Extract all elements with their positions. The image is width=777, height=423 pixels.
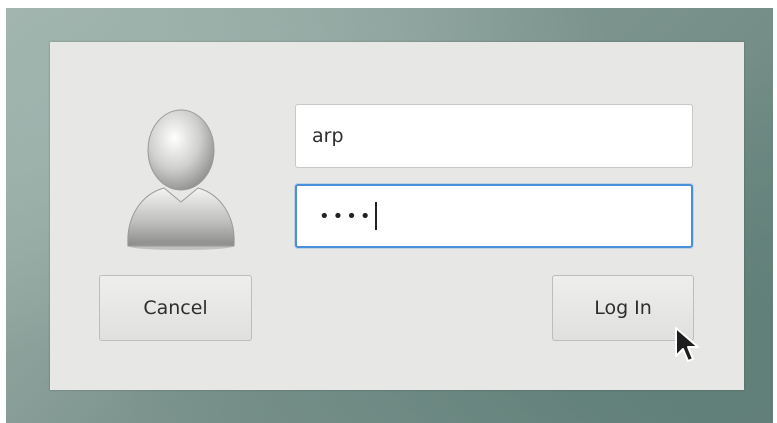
password-masked-value: •••• — [319, 205, 374, 227]
mouse-pointer-icon — [675, 327, 699, 362]
username-field[interactable]: arp — [295, 104, 693, 168]
desktop-background: arp •••• Cancel Log In — [0, 0, 777, 423]
screen-frame-left — [0, 0, 6, 423]
login-button[interactable]: Log In — [552, 275, 694, 341]
username-value: arp — [312, 125, 344, 147]
text-caret — [375, 202, 378, 230]
password-field[interactable]: •••• — [295, 184, 693, 248]
screen-frame-right — [773, 0, 777, 423]
user-avatar-icon — [127, 109, 235, 250]
screen-frame-top — [0, 0, 777, 8]
cancel-button[interactable]: Cancel — [99, 275, 252, 341]
login-button-label: Log In — [594, 297, 652, 319]
login-dialog: arp •••• Cancel Log In — [50, 42, 744, 390]
cancel-button-label: Cancel — [143, 297, 208, 319]
